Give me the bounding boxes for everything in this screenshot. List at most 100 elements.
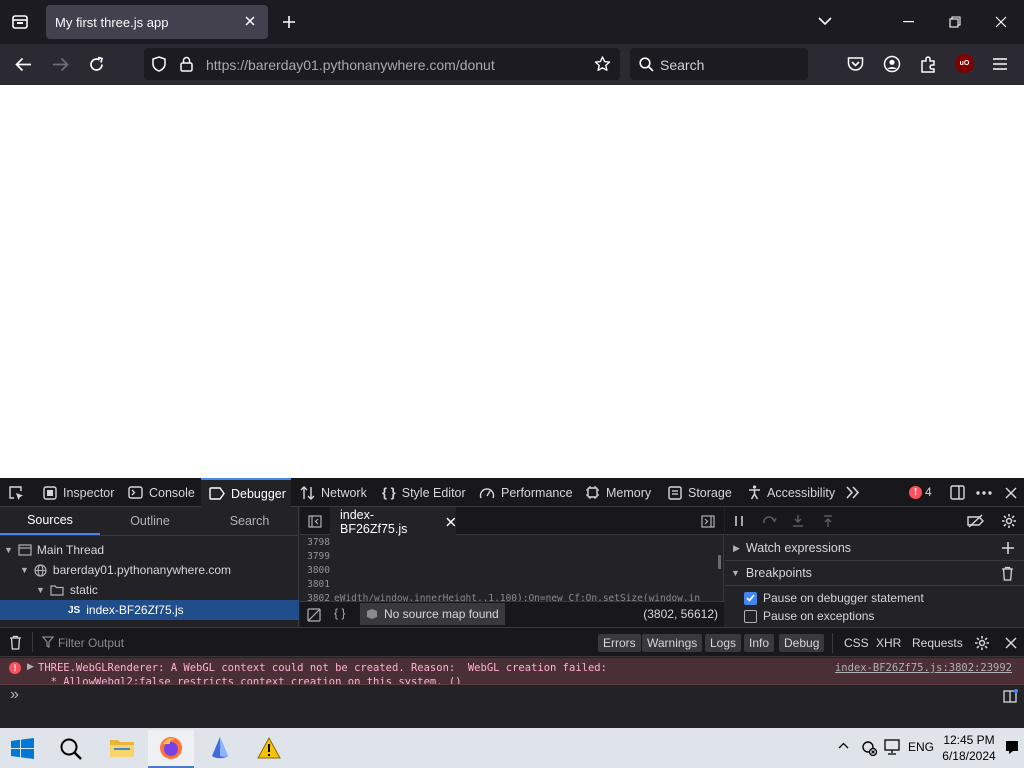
close-window-icon[interactable] [995, 16, 1007, 28]
line-number[interactable]: 3801 [300, 579, 330, 590]
filter-requests[interactable]: Requests [912, 634, 963, 652]
windows-start-icon[interactable] [11, 738, 34, 759]
tab-style-editor[interactable]: { } Style Editor [380, 478, 472, 507]
editor-scrollbar[interactable] [718, 555, 721, 569]
editor-mode-icon[interactable] [1003, 689, 1018, 703]
chevron-down-icon[interactable] [818, 16, 832, 26]
network-tray-icon[interactable] [883, 739, 901, 756]
tree-item-main-thread[interactable]: ▼ Main Thread [0, 540, 299, 560]
filter-output-input[interactable]: Filter Output [58, 634, 558, 652]
chevron-up-icon[interactable] [838, 742, 849, 749]
pause-icon[interactable] [734, 515, 744, 527]
tab-console[interactable]: Console [122, 478, 198, 507]
filter-errors[interactable]: Errors [598, 634, 641, 652]
more-options-icon[interactable] [976, 491, 992, 495]
tab-memory[interactable]: Memory [583, 478, 659, 507]
pocket-icon[interactable] [847, 56, 864, 72]
pause-debugger-checkbox[interactable] [744, 591, 757, 605]
notification-icon[interactable] [1004, 739, 1020, 756]
warning-app-icon[interactable] [257, 737, 281, 759]
breakpoints-header[interactable]: ▼ Breakpoints [725, 561, 1024, 586]
trash-icon[interactable] [1001, 566, 1014, 581]
add-watch-icon[interactable] [1001, 541, 1015, 555]
lock-icon[interactable] [180, 56, 193, 72]
minimize-icon[interactable] [903, 21, 914, 23]
editor-file-tab[interactable]: index-BF26Zf75.js [330, 507, 456, 536]
more-tabs-chevron-icon[interactable] [846, 486, 860, 499]
tab-accessibility[interactable]: Accessibility [746, 478, 838, 507]
search-bar[interactable]: Search [630, 48, 808, 80]
extensions-icon[interactable] [920, 55, 937, 73]
tab-debugger[interactable]: Debugger [201, 478, 291, 507]
line-number[interactable]: 3800 [300, 565, 330, 576]
reload-icon[interactable] [88, 56, 105, 73]
shield-icon[interactable] [152, 56, 166, 72]
pause-on-debugger-row[interactable]: Pause on debugger statement [725, 589, 1024, 607]
pause-exceptions-checkbox[interactable] [744, 609, 757, 623]
browser-tab[interactable]: My first three.js app [46, 5, 268, 39]
tab-storage[interactable]: Storage [666, 478, 736, 507]
back-icon[interactable] [15, 57, 32, 72]
error-source-link[interactable]: index-BF26Zf75.js:3802:23992 [835, 662, 1012, 674]
tab-search[interactable]: Search [200, 507, 299, 535]
clear-console-trash-icon[interactable] [9, 635, 22, 650]
error-text: THREE.WebGLRenderer: A WebGL context cou… [38, 661, 607, 684]
source-map-status: No source map found [384, 607, 499, 621]
tree-item-file[interactable]: JS index-BF26Zf75.js [0, 600, 299, 620]
tab-list-icon[interactable] [11, 13, 29, 31]
filter-debug[interactable]: Debug [779, 634, 825, 652]
tab-network[interactable]: Network [296, 478, 374, 507]
console-settings-gear-icon[interactable] [974, 635, 990, 651]
blackbox-icon[interactable] [307, 608, 321, 622]
menu-icon[interactable] [992, 57, 1008, 71]
settings-tray-icon[interactable] [861, 740, 877, 756]
line-number[interactable]: 3798 [300, 537, 330, 548]
file-explorer-icon[interactable] [109, 737, 135, 759]
filter-logs[interactable]: Logs [705, 634, 742, 652]
close-split-console-icon[interactable] [1005, 637, 1017, 649]
close-file-icon[interactable] [446, 517, 456, 527]
filter-xhr[interactable]: XHR [876, 634, 901, 652]
tab-sources[interactable]: Sources [0, 507, 100, 535]
clock[interactable]: 12:45 PM 6/18/2024 [934, 732, 1004, 764]
source-map-button[interactable]: No source map found [360, 603, 505, 625]
search-icon[interactable] [59, 737, 83, 761]
line-number[interactable]: 3802 [300, 593, 330, 601]
bookmark-star-icon[interactable] [594, 56, 611, 72]
address-bar[interactable]: https://barerday01.pythonanywhere.com/do… [144, 48, 620, 80]
error-count-badge[interactable]: ! 4 [909, 485, 932, 499]
close-tab-icon[interactable] [244, 15, 256, 27]
expand-arrow-icon[interactable]: ▶ [27, 661, 34, 672]
ublock-icon[interactable]: uO [955, 54, 974, 73]
pause-on-exceptions-row[interactable]: Pause on exceptions [725, 607, 1024, 625]
line-number[interactable]: 3799 [300, 551, 330, 562]
close-devtools-icon[interactable] [1005, 487, 1017, 499]
tree-label: Main Thread [36, 543, 105, 557]
tree-item-domain[interactable]: ▼ barerday01.pythonanywhere.com [0, 560, 299, 580]
search-placeholder: Search [660, 57, 705, 73]
code-line[interactable]: eWidth/window.innerHeight,.1,100);On=new… [334, 593, 718, 601]
restore-icon[interactable] [949, 16, 961, 28]
element-picker-icon[interactable] [8, 485, 24, 501]
tree-item-folder[interactable]: ▼ static [0, 580, 299, 600]
toggle-debug-panel-icon[interactable] [701, 515, 715, 528]
pretty-print-icon[interactable]: { } [334, 606, 345, 620]
tab-inspector[interactable]: Inspector [36, 478, 118, 507]
tab-outline[interactable]: Outline [100, 507, 200, 535]
tab-performance[interactable]: Performance [477, 478, 577, 507]
filter-info[interactable]: Info [744, 634, 775, 652]
app-icon[interactable] [208, 736, 232, 760]
filter-css[interactable]: CSS [844, 634, 869, 652]
filter-warnings[interactable]: Warnings [642, 634, 703, 652]
debugger-settings-gear-icon[interactable] [1001, 513, 1017, 529]
new-tab-icon[interactable] [282, 15, 296, 29]
deactivate-breakpoints-icon[interactable] [967, 514, 984, 528]
console-error-message[interactable]: ! ▶ THREE.WebGLRenderer: A WebGL context… [0, 658, 1024, 685]
toggle-sources-icon[interactable] [308, 515, 322, 528]
account-icon[interactable] [883, 55, 901, 73]
console-input[interactable] [30, 688, 990, 706]
watch-expressions-header[interactable]: ▶ Watch expressions [725, 536, 1024, 561]
language-indicator[interactable]: ENG [908, 740, 934, 754]
dock-side-icon[interactable] [950, 485, 965, 500]
firefox-taskbar-button[interactable] [148, 730, 194, 768]
